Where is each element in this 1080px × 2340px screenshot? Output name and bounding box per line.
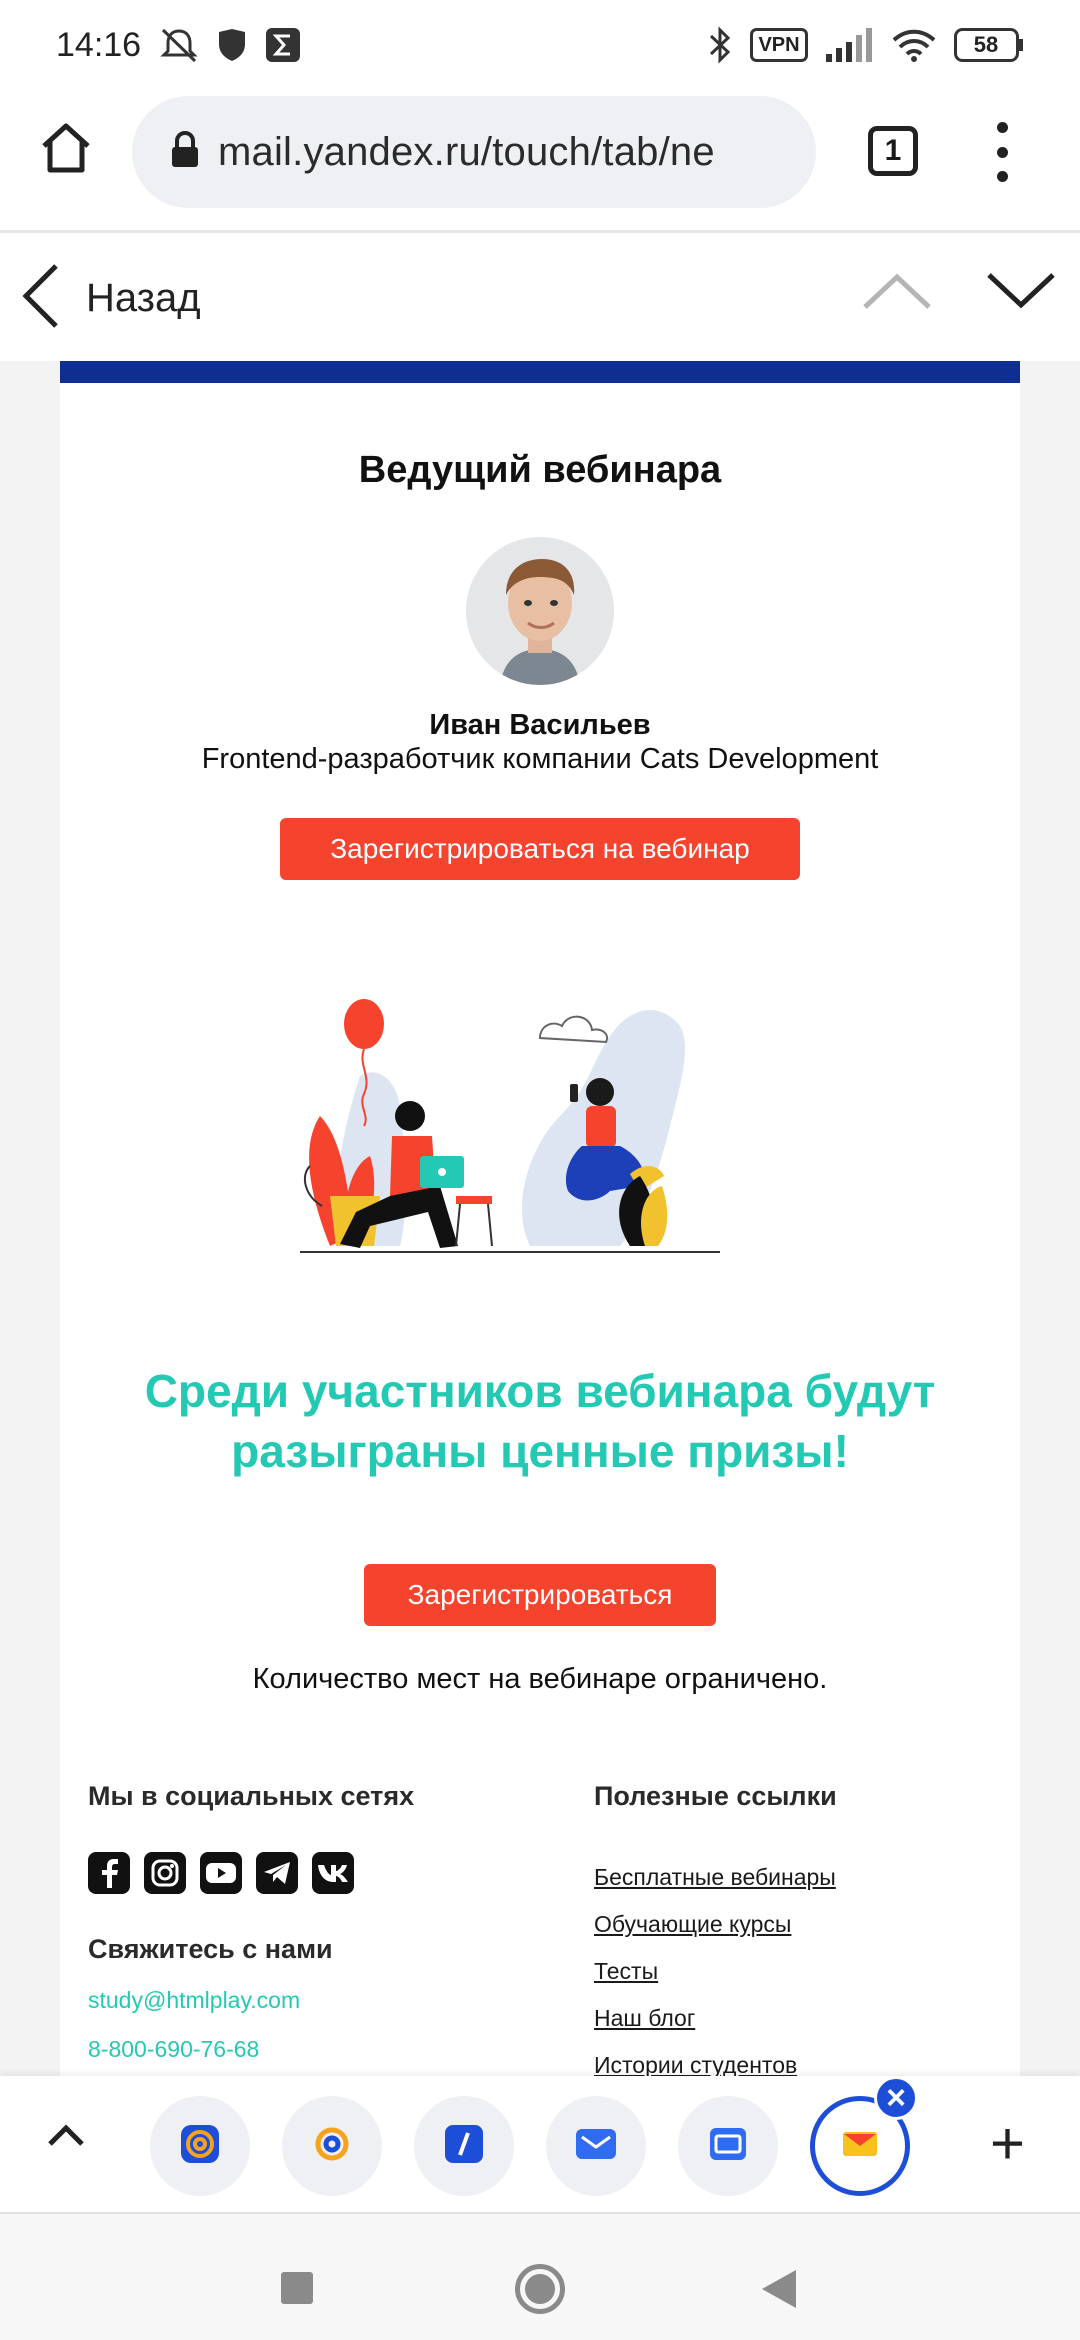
sigma-icon bbox=[265, 27, 301, 63]
vpn-badge: VPN bbox=[750, 28, 808, 62]
status-right: VPN 58 bbox=[708, 25, 1024, 65]
link-tests[interactable]: Тесты bbox=[594, 1958, 994, 1985]
link-student-stories[interactable]: Истории студентов bbox=[594, 2052, 994, 2076]
email-card: Ведущий вебинара Иван Васильев Frontend-… bbox=[60, 361, 1020, 2076]
header-strip bbox=[60, 361, 1020, 383]
footer-useful-links: Полезные ссылки Бесплатные вебинары Обуч… bbox=[594, 1781, 994, 2076]
new-tab-button[interactable]: + bbox=[990, 2114, 1025, 2174]
mail-at-icon bbox=[179, 2123, 221, 2170]
mail-at-icon bbox=[311, 2123, 353, 2170]
link-free-webinars[interactable]: Бесплатные вебинары bbox=[594, 1864, 994, 1891]
back-label: Назад bbox=[86, 275, 201, 320]
signal-icon bbox=[826, 28, 874, 62]
vpn-label: VPN bbox=[758, 33, 800, 56]
recents-icon[interactable] bbox=[281, 2272, 313, 2304]
lock-icon bbox=[170, 130, 200, 174]
link-courses[interactable]: Обучающие курсы bbox=[594, 1911, 994, 1938]
status-left: 14:16 bbox=[56, 26, 301, 65]
email-viewport[interactable]: Ведущий вебинара Иван Васильев Frontend-… bbox=[0, 361, 1080, 2076]
webinar-illustration bbox=[300, 976, 780, 1276]
home-icon[interactable] bbox=[36, 118, 96, 178]
footer-social-contacts: Мы в социальных сетях Свяжитесь с нами s… bbox=[88, 1781, 548, 2063]
tab-mail-at-1[interactable] bbox=[150, 2096, 250, 2196]
tab-mail-envelope[interactable] bbox=[546, 2096, 646, 2196]
mute-icon bbox=[159, 27, 199, 63]
back-button[interactable]: Назад bbox=[20, 263, 201, 333]
next-message-button[interactable] bbox=[986, 271, 1056, 316]
vk-icon[interactable] bbox=[312, 1852, 354, 1894]
instagram-icon[interactable] bbox=[144, 1852, 186, 1894]
register-webinar-button[interactable]: Зарегистрироваться на вебинар bbox=[280, 818, 800, 880]
mail-nav-bar: Назад bbox=[0, 233, 1080, 361]
shield-icon bbox=[217, 28, 247, 62]
close-icon: × bbox=[886, 2078, 906, 2117]
previous-message-button[interactable] bbox=[862, 271, 932, 316]
home-circle-icon[interactable] bbox=[515, 2264, 565, 2314]
telegram-icon[interactable] bbox=[256, 1852, 298, 1894]
social-heading: Мы в социальных сетях bbox=[88, 1781, 415, 1811]
contact-phone-link[interactable]: 8-800-690-76-68 bbox=[88, 2036, 548, 2063]
back-triangle-icon[interactable] bbox=[762, 2270, 796, 2308]
bluetooth-icon bbox=[708, 25, 732, 65]
limited-seats-note: Количество мест на вебинаре ограничено. bbox=[252, 1663, 828, 1695]
link-blog[interactable]: Наш блог bbox=[594, 2005, 994, 2032]
mail-envelope-icon bbox=[574, 2125, 618, 2168]
chevron-up-icon bbox=[862, 273, 932, 315]
url-field[interactable]: mail.yandex.ru/touch/tab/ne bbox=[132, 96, 816, 208]
tab-mail-inbox[interactable] bbox=[678, 2096, 778, 2196]
register-button[interactable]: Зарегистрироваться bbox=[364, 1564, 716, 1626]
status-bar: 14:16 VPN 58 bbox=[0, 0, 1080, 90]
battery-level: 58 bbox=[973, 32, 999, 57]
plus-icon: + bbox=[990, 2110, 1026, 2177]
yandex-mail-icon bbox=[842, 2130, 878, 2163]
host-name: Иван Васильев bbox=[429, 709, 651, 741]
mail-inbox-icon bbox=[708, 2126, 748, 2167]
tab-slash[interactable] bbox=[414, 2096, 514, 2196]
clock: 14:16 bbox=[56, 25, 142, 64]
youtube-icon[interactable] bbox=[200, 1852, 242, 1894]
facebook-icon[interactable] bbox=[88, 1852, 130, 1894]
contact-heading: Свяжитесь с нами bbox=[88, 1934, 333, 1964]
chevron-up-icon[interactable] bbox=[46, 2120, 86, 2155]
tab-strip: × + bbox=[0, 2076, 1080, 2212]
address-bar: mail.yandex.ru/touch/tab/ne 1 bbox=[0, 96, 1080, 212]
slash-icon bbox=[443, 2123, 485, 2170]
prize-heading: Среди участников вебинара будут разыгран… bbox=[144, 1365, 936, 1477]
host-title: Ведущий вебинара bbox=[358, 449, 722, 491]
url-text: mail.yandex.ru/touch/tab/ne bbox=[218, 129, 715, 174]
battery-icon: 58 bbox=[954, 28, 1024, 62]
links-heading: Полезные ссылки bbox=[594, 1781, 837, 1811]
tabs-count: 1 bbox=[884, 134, 902, 167]
host-avatar bbox=[466, 537, 614, 685]
tabs-count-button[interactable]: 1 bbox=[868, 126, 918, 176]
tab-mail-at-2[interactable] bbox=[282, 2096, 382, 2196]
close-tab-button[interactable]: × bbox=[874, 2076, 918, 2120]
contact-email-link[interactable]: study@htmlplay.com bbox=[88, 1987, 548, 2014]
more-menu-icon[interactable] bbox=[990, 122, 1014, 182]
chevron-down-icon bbox=[986, 273, 1056, 315]
host-role: Frontend-разработчик компании Cats Devel… bbox=[201, 743, 879, 775]
wifi-icon bbox=[892, 28, 936, 62]
chevron-left-icon bbox=[20, 263, 60, 334]
system-nav-bar bbox=[0, 2212, 1080, 2340]
social-icons-row bbox=[88, 1852, 548, 1894]
